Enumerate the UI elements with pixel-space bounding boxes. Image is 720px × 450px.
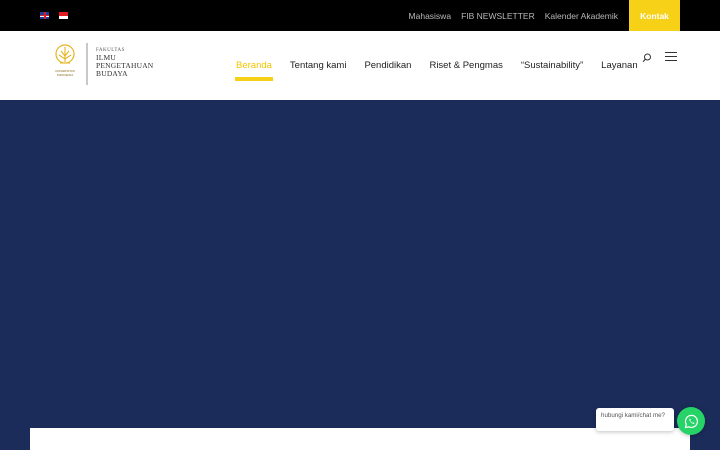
- main-header: UNIVERSITAS INDONESIA FAKULTAS ILMU PENG…: [0, 31, 720, 100]
- english-flag-icon[interactable]: [40, 12, 49, 19]
- nav-item-layanan[interactable]: Layanan: [601, 31, 637, 100]
- nav-item-sustainability[interactable]: “Sustainability”: [521, 31, 583, 100]
- whatsapp-icon: [684, 414, 698, 428]
- chat-prompt-bubble[interactable]: hubungi kami/chat me?: [596, 408, 674, 431]
- contact-button[interactable]: Kontak: [629, 0, 680, 31]
- search-icon[interactable]: [641, 51, 653, 63]
- top-bar: Mahasiswa FIB NEWSLETTER Kalender Akadem…: [0, 0, 720, 31]
- faculty-line-3: BUDAYA: [96, 69, 128, 78]
- top-links: Mahasiswa FIB NEWSLETTER Kalender Akadem…: [399, 0, 618, 31]
- whatsapp-chat-button[interactable]: [677, 407, 705, 435]
- site-logo[interactable]: UNIVERSITAS INDONESIA FAKULTAS ILMU PENG…: [52, 43, 162, 87]
- nav-item-riset-pengmas[interactable]: Riset & Pengmas: [429, 31, 502, 100]
- university-emblem-icon: [55, 44, 75, 64]
- content-card: [30, 428, 690, 450]
- hero-banner: [0, 100, 720, 450]
- nav-item-pendidikan[interactable]: Pendidikan: [364, 31, 411, 100]
- top-link-mahasiswa[interactable]: Mahasiswa: [409, 11, 452, 21]
- main-nav: Beranda Tentang kami Pendidikan Riset & …: [235, 31, 656, 100]
- hamburger-menu-icon[interactable]: [665, 51, 678, 63]
- faculty-name: FAKULTAS ILMU PENGETAHUAN BUDAYA: [96, 48, 153, 78]
- indonesia-flag-icon[interactable]: [59, 12, 68, 19]
- nav-item-beranda[interactable]: Beranda: [235, 31, 273, 100]
- nav-item-tentang-kami[interactable]: Tentang kami: [290, 31, 347, 100]
- top-link-kalender[interactable]: Kalender Akademik: [545, 11, 618, 21]
- university-name: UNIVERSITAS INDONESIA: [55, 69, 75, 77]
- logo-divider: [86, 43, 88, 85]
- top-link-newsletter[interactable]: FIB NEWSLETTER: [461, 11, 535, 21]
